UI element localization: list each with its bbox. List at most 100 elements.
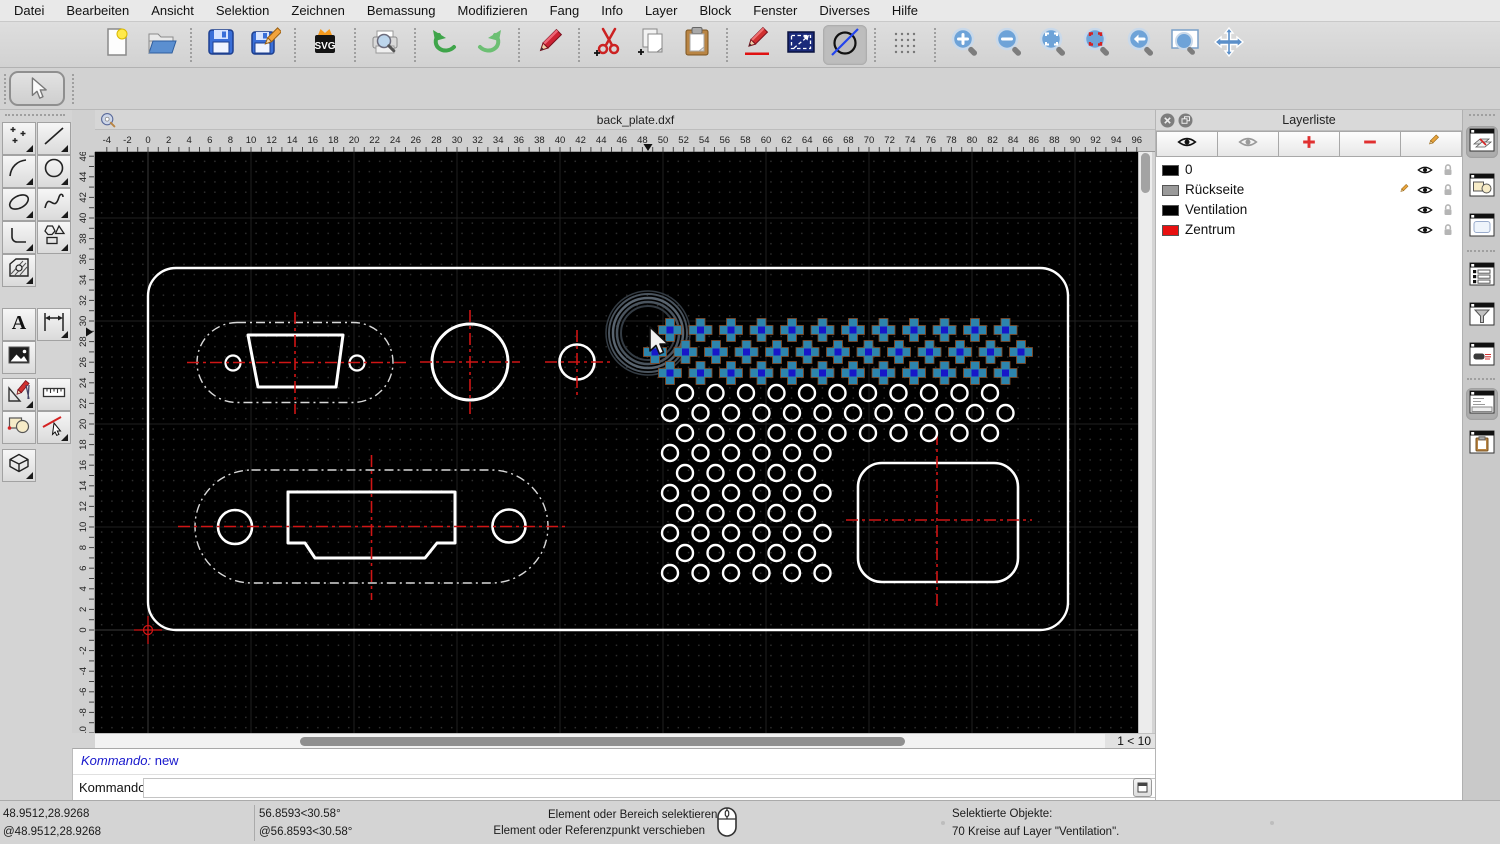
zoom-auto-button[interactable] — [1031, 25, 1075, 65]
tool-text-button[interactable]: A — [2, 308, 36, 341]
layer-lock-toggle[interactable] — [1440, 203, 1456, 217]
save-button[interactable] — [199, 25, 243, 65]
drawing-canvas[interactable] — [95, 152, 1138, 733]
tool-dimension-button[interactable] — [37, 308, 71, 341]
zoom-selection-button[interactable] — [1075, 25, 1119, 65]
menu-item-block[interactable]: Block — [699, 3, 731, 18]
tool-points-button[interactable] — [2, 122, 36, 155]
drag-handle[interactable] — [4, 74, 6, 104]
pan-button[interactable] — [1207, 25, 1251, 65]
tool-spline-button[interactable] — [37, 188, 71, 221]
delete-entity-icon — [533, 26, 565, 63]
tool-attributes-button[interactable] — [37, 411, 71, 444]
ventilation-hole — [797, 383, 817, 403]
delete-entity-button[interactable] — [527, 25, 571, 65]
reference-point — [895, 348, 903, 356]
layer-color-swatch[interactable] — [1162, 185, 1179, 196]
layer-color-swatch[interactable] — [1162, 225, 1179, 236]
layer-lock-toggle[interactable] — [1440, 223, 1456, 237]
dock-block-list-button[interactable] — [1466, 171, 1498, 203]
menu-item-bearbeiten[interactable]: Bearbeiten — [66, 3, 129, 18]
tool-hatch-button[interactable] — [2, 254, 36, 287]
layer-row-ventilation[interactable]: Ventilation — [1156, 200, 1462, 220]
drag-handle[interactable] — [72, 74, 74, 104]
divide-circle-button[interactable] — [823, 24, 867, 65]
layer-row-zentrum[interactable]: Zentrum — [1156, 220, 1462, 240]
reference-point — [849, 326, 857, 334]
tool-image-button[interactable] — [2, 341, 36, 374]
horizontal-scrollbar-thumb[interactable] — [300, 737, 905, 746]
layer-row-rückseite[interactable]: Rückseite — [1156, 180, 1462, 200]
paste-button[interactable] — [675, 25, 719, 65]
open-file-button[interactable] — [139, 25, 183, 65]
menu-item-fang[interactable]: Fang — [550, 3, 580, 18]
select-area-button[interactable] — [779, 25, 823, 65]
tool-boolean-button[interactable] — [2, 411, 36, 444]
layer-color-swatch[interactable] — [1162, 165, 1179, 176]
dock-library-browser-button[interactable] — [1466, 211, 1498, 243]
menu-item-fenster[interactable]: Fenster — [753, 3, 797, 18]
layer-visibility-toggle[interactable] — [1417, 203, 1433, 217]
cut-button[interactable] — [587, 25, 631, 65]
tool-shapes-button[interactable] — [37, 221, 71, 254]
layer-lock-toggle[interactable] — [1440, 163, 1456, 177]
menu-item-bemassung[interactable]: Bemassung — [367, 3, 436, 18]
dock-selection-filter-button[interactable] — [1466, 300, 1498, 332]
menu-item-ansicht[interactable]: Ansicht — [151, 3, 194, 18]
hide-all-layers-button[interactable] — [1218, 131, 1279, 157]
selection-tool-button[interactable] — [9, 71, 65, 106]
copy-button[interactable] — [631, 25, 675, 65]
tool-arc-button[interactable] — [2, 155, 36, 188]
redo-button[interactable] — [467, 25, 511, 65]
drag-handle[interactable] — [5, 114, 65, 116]
tool-box3d-button[interactable] — [2, 449, 36, 482]
layer-row-0[interactable]: 0 — [1156, 160, 1462, 180]
vertical-scrollbar-thumb[interactable] — [1141, 153, 1150, 193]
new-file-button[interactable] — [95, 25, 139, 65]
edit-layer-button[interactable] — [1401, 131, 1462, 157]
dock-clipboard-panel-button[interactable] — [1466, 428, 1498, 460]
add-layer-button[interactable] — [1279, 131, 1340, 157]
layer-color-swatch[interactable] — [1162, 205, 1179, 216]
grid-toggle-button[interactable] — [883, 25, 927, 65]
dock-command-line-button[interactable] — [1466, 388, 1498, 420]
print-preview-button[interactable] — [363, 25, 407, 65]
zoom-previous-button[interactable] — [1119, 25, 1163, 65]
tool-ellipse-button[interactable] — [2, 188, 36, 221]
menu-item-info[interactable]: Info — [601, 3, 623, 18]
tool-modify-button[interactable] — [2, 378, 36, 411]
tool-measure-button[interactable] — [37, 378, 71, 411]
draw-pencil-button[interactable] — [735, 25, 779, 65]
tool-line-button[interactable] — [37, 122, 71, 155]
tool-circle-button[interactable] — [37, 155, 71, 188]
menu-item-diverses[interactable]: Diverses — [819, 3, 870, 18]
layer-visibility-toggle[interactable] — [1417, 223, 1433, 237]
undo-button[interactable] — [423, 25, 467, 65]
zoom-window-button[interactable] — [1163, 25, 1207, 65]
dock-layer-list-button[interactable] — [1466, 126, 1498, 158]
horizontal-scrollbar[interactable] — [95, 733, 1105, 748]
dock-property-editor-button[interactable] — [1466, 260, 1498, 292]
menu-item-modifizieren[interactable]: Modifizieren — [458, 3, 528, 18]
menu-item-layer[interactable]: Layer — [645, 3, 678, 18]
menu-item-selektion[interactable]: Selektion — [216, 3, 269, 18]
svg-export-button[interactable]: SVG — [303, 25, 347, 65]
remove-layer-button[interactable] — [1340, 131, 1401, 157]
save-as-button[interactable] — [243, 25, 287, 65]
menu-item-hilfe[interactable]: Hilfe — [892, 3, 918, 18]
svg-text:26: 26 — [78, 357, 89, 368]
command-window-toggle-button[interactable] — [1133, 778, 1152, 797]
drag-handle[interactable] — [1469, 114, 1495, 116]
zoom-in-button[interactable] — [943, 25, 987, 65]
show-all-layers-button[interactable] — [1156, 131, 1218, 157]
layer-lock-toggle[interactable] — [1440, 183, 1456, 197]
menu-item-zeichnen[interactable]: Zeichnen — [291, 3, 344, 18]
tool-polyline-button[interactable] — [2, 221, 36, 254]
layer-visibility-toggle[interactable] — [1417, 163, 1433, 177]
vertical-scrollbar[interactable] — [1138, 152, 1152, 733]
command-input[interactable] — [143, 778, 1198, 798]
layer-visibility-toggle[interactable] — [1417, 183, 1433, 197]
menu-item-datei[interactable]: Datei — [14, 3, 44, 18]
zoom-out-button[interactable] — [987, 25, 1031, 65]
dock-tool-matrix-button[interactable] — [1466, 340, 1498, 372]
